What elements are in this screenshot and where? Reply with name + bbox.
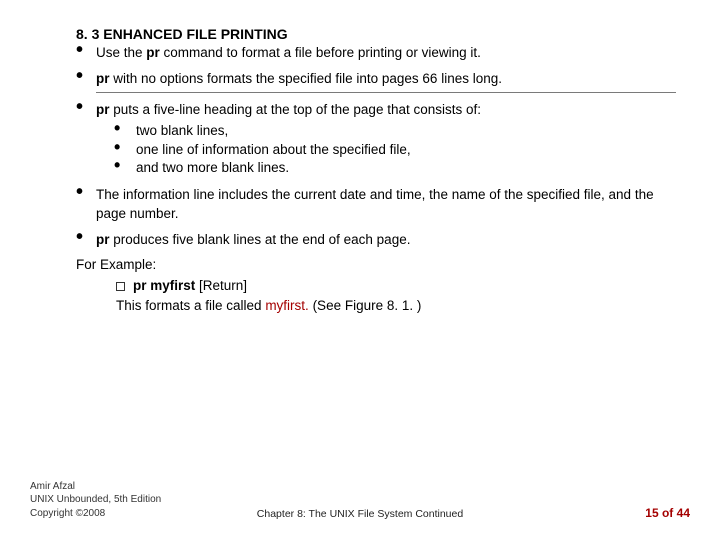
bullet-item: Use the pr command to format a file befo…	[76, 44, 676, 62]
filename: myfirst.	[265, 298, 309, 313]
sub-bullet-list: two blank lines, one line of information…	[114, 122, 676, 179]
slide-footer: Amir Afzal UNIX Unbounded, 5th Edition C…	[30, 480, 690, 521]
bullet-item: pr with no options formats the specified…	[76, 70, 676, 93]
text: produces five blank lines at the end of …	[110, 232, 411, 247]
text: of	[659, 506, 677, 520]
example-command: pr myfirst [Return]	[133, 276, 247, 296]
section-heading: 8. 3 ENHANCED FILE PRINTING	[76, 26, 676, 42]
command-text: pr myfirst	[133, 278, 195, 293]
footer-left: Amir Afzal UNIX Unbounded, 5th Edition C…	[30, 480, 161, 521]
text: puts a five-line heading at the top of t…	[110, 102, 482, 117]
for-example-label: For Example:	[76, 257, 676, 272]
sub-bullet-item: two blank lines,	[114, 122, 676, 141]
footer-chapter: Chapter 8: The UNIX File System Continue…	[257, 508, 463, 520]
text: with no options formats the specified fi…	[110, 71, 502, 86]
command-name: pr	[146, 45, 160, 60]
sub-bullet-item: one line of information about the specif…	[114, 141, 676, 160]
total-pages: 44	[677, 506, 690, 520]
horizontal-rule	[96, 92, 676, 93]
bullet-list: Use the pr command to format a file befo…	[64, 44, 676, 249]
bullet-item: pr produces five blank lines at the end …	[76, 231, 676, 249]
example-command-line: pr myfirst [Return]	[116, 276, 676, 296]
example-description: This formats a file called myfirst. (See…	[116, 296, 676, 316]
text: command to format a file before printing…	[160, 45, 481, 60]
command-name: pr	[96, 232, 110, 247]
command-name: pr	[96, 102, 110, 117]
square-bullet-icon	[116, 282, 125, 291]
slide-page: 8. 3 ENHANCED FILE PRINTING Use the pr c…	[0, 0, 720, 540]
sub-bullet-item: and two more blank lines.	[114, 159, 676, 178]
page-number: 15 of 44	[645, 506, 690, 520]
command-name: pr	[96, 71, 110, 86]
book-title: UNIX Unbounded, 5th Edition	[30, 493, 161, 507]
text: This formats a file called	[116, 298, 265, 313]
text: Use the	[96, 45, 146, 60]
bullet-item: pr puts a five-line heading at the top o…	[76, 101, 676, 178]
copyright: Copyright ©2008	[30, 507, 161, 521]
text: (See Figure 8. 1. )	[309, 298, 422, 313]
author-name: Amir Afzal	[30, 480, 161, 494]
current-page: 15	[645, 506, 658, 520]
text: [Return]	[195, 278, 247, 293]
bullet-item: The information line includes the curren…	[76, 186, 676, 222]
example-block: pr myfirst [Return] This formats a file …	[116, 276, 676, 315]
